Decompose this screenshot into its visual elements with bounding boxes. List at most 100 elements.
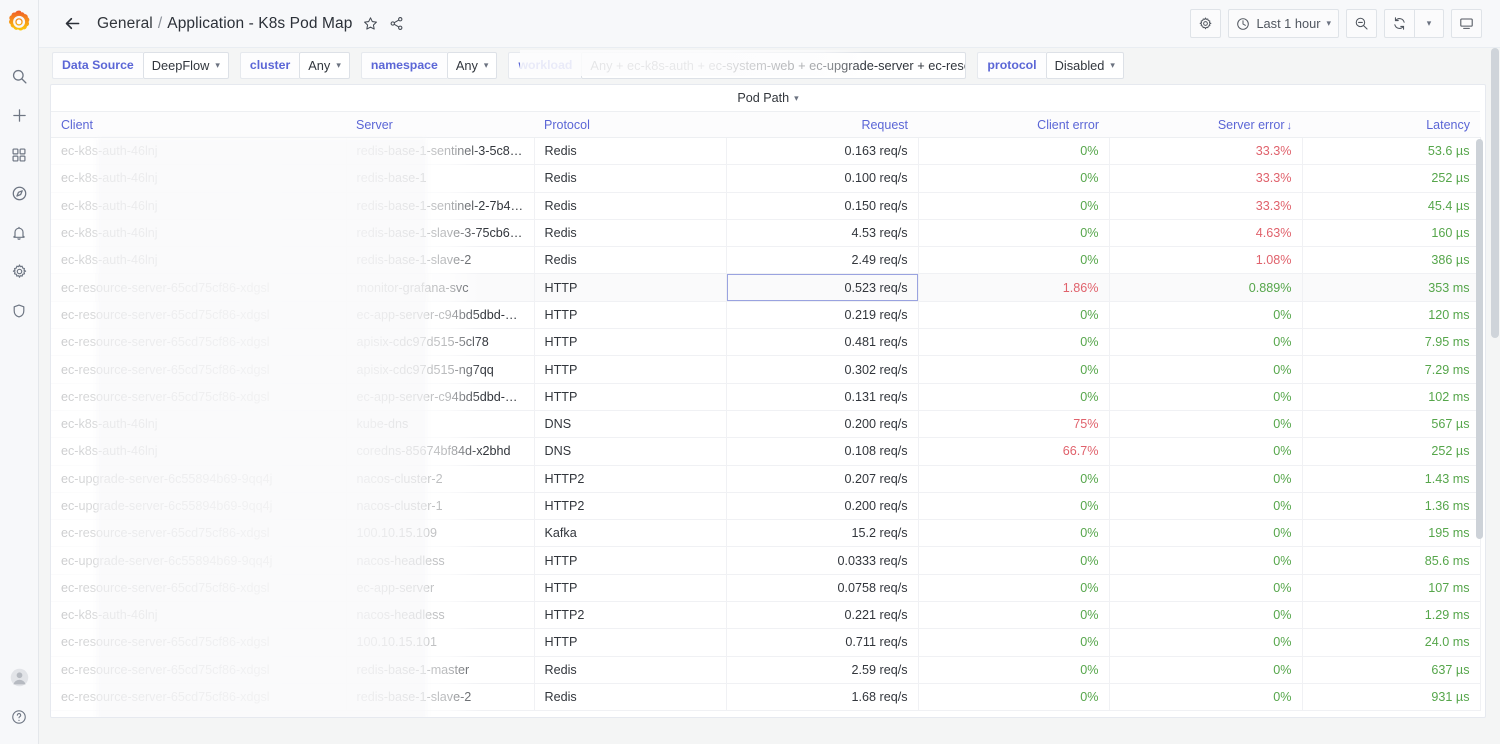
variable-value-datasource[interactable]: DeepFlow ▾ [142,51,229,79]
cell-client-error[interactable]: 0% [918,683,1110,712]
table-vertical-scrollbar[interactable] [1476,139,1483,717]
cell-client-error[interactable]: 0% [918,519,1110,548]
cell-client-error[interactable]: 0% [918,465,1110,493]
table-row[interactable]: ec-resource-server-65cd75cf86-xdgsl apisi… [51,355,1481,384]
cell-server-error[interactable]: 0% [1109,328,1303,357]
cell-protocol[interactable]: HTTP [534,628,727,657]
cell-request[interactable]: 0.302 req/s [726,355,919,384]
cell-request[interactable]: 0.100 req/s [726,164,919,193]
grafana-logo[interactable] [6,9,32,35]
cell-request[interactable]: 0.221 req/s [726,601,919,630]
cell-protocol[interactable]: Redis [534,219,727,248]
column-header-server-error[interactable]: Server error ↓ [1109,111,1302,138]
cell-server[interactable]: ec-app-server-c94bd5dbd-nbnr8 [346,301,535,330]
column-header-request[interactable]: Request [726,111,918,138]
cell-server-error[interactable]: 0% [1109,410,1303,439]
cell-protocol[interactable]: HTTP2 [534,465,727,493]
help-icon[interactable] [0,697,38,736]
table-row[interactable]: ec-resource-server-65cd75cf86-xdgsl redis… [51,656,1481,684]
cell-server[interactable]: nacos-headless [346,546,535,575]
cell-request[interactable]: 0.523 req/s [726,273,919,302]
cell-latency[interactable]: 637 µs [1302,656,1481,684]
column-header-client-error[interactable]: Client error [918,111,1109,138]
page-title[interactable]: Application - K8s Pod Map [167,15,352,33]
cell-latency[interactable]: 102 ms [1302,383,1481,411]
table-row[interactable]: ec-upgrade-server-6c55894b69-9qq4j nacos-… [51,465,1481,493]
cell-client-error[interactable]: 75% [918,410,1110,439]
cell-protocol[interactable]: Redis [534,246,727,275]
cell-request[interactable]: 0.207 req/s [726,465,919,493]
share-icon[interactable] [389,16,404,31]
cell-request[interactable]: 0.200 req/s [726,492,919,521]
cell-client-error[interactable]: 66.7% [918,437,1110,466]
cell-server[interactable]: ec-app-server [346,574,535,603]
cell-client[interactable]: ec-resource-server-65cd75cf86-xdgsl [51,628,347,657]
column-header-server[interactable]: Server [346,111,534,138]
cell-server[interactable]: nacos-headless [346,601,535,630]
cell-latency[interactable]: 160 µs [1302,219,1481,248]
cell-latency[interactable]: 386 µs [1302,246,1481,275]
cell-protocol[interactable]: Kafka [534,519,727,548]
cell-latency[interactable]: 195 ms [1302,519,1481,548]
cell-client-error[interactable]: 0% [918,492,1110,521]
cell-server[interactable]: redis-base-1 [346,164,535,193]
cell-latency[interactable]: 252 µs [1302,437,1481,466]
cell-server-error[interactable]: 33.3% [1109,137,1303,166]
time-range-picker[interactable]: Last 1 hour ▾ [1228,9,1339,38]
cell-latency[interactable]: 85.6 ms [1302,546,1481,575]
cell-server-error[interactable]: 0% [1109,656,1303,684]
cell-latency[interactable]: 120 ms [1302,301,1481,330]
cell-server[interactable]: apisix-cdc97d515-5cl78 [346,328,535,357]
cell-server[interactable]: redis-base-1-slave-3-75cb649485-… [346,219,535,248]
cell-request[interactable]: 0.0333 req/s [726,546,919,575]
cell-client[interactable]: ec-resource-server-65cd75cf86-xdgsl [51,574,347,603]
cell-client[interactable]: ec-resource-server-65cd75cf86-xdgsl [51,355,347,384]
cell-protocol[interactable]: DNS [534,437,727,466]
cell-protocol[interactable]: HTTP [534,546,727,575]
cell-request[interactable]: 4.53 req/s [726,219,919,248]
cell-request[interactable]: 0.108 req/s [726,437,919,466]
cell-server[interactable]: redis-base-1-slave-2 [346,246,535,275]
page-scrollbar-thumb[interactable] [1491,48,1499,338]
table-row[interactable]: ec-resource-server-65cd75cf86-xdgsl 100.1… [51,519,1481,548]
cell-client-error[interactable]: 0% [918,628,1110,657]
cell-protocol[interactable]: HTTP [534,301,727,330]
table-row[interactable]: ec-resource-server-65cd75cf86-xdgsl redis… [51,683,1481,712]
cell-server[interactable]: nacos-cluster-2 [346,465,535,493]
cell-client[interactable]: ec-k8s-auth-46lnj [51,137,347,166]
cell-latency[interactable]: 7.95 ms [1302,328,1481,357]
table-row[interactable]: ec-k8s-auth-46lnj coredns-85674bf84d-x2bh… [51,437,1481,466]
cell-latency[interactable]: 567 µs [1302,410,1481,439]
sidebar-item-search[interactable] [0,57,38,96]
cell-server[interactable]: coredns-85674bf84d-x2bhd [346,437,535,466]
cell-client-error[interactable]: 0% [918,219,1110,248]
cell-server-error[interactable]: 0% [1109,492,1303,521]
cell-client[interactable]: ec-k8s-auth-46lnj [51,246,347,275]
cell-server-error[interactable]: 4.63% [1109,219,1303,248]
cell-latency[interactable]: 1.36 ms [1302,492,1481,521]
cell-protocol[interactable]: Redis [534,683,727,712]
cell-client[interactable]: ec-k8s-auth-46lnj [51,192,347,220]
cell-server-error[interactable]: 0% [1109,546,1303,575]
cell-client-error[interactable]: 0% [918,246,1110,275]
variable-value-protocol[interactable]: Disabled ▾ [1045,51,1124,79]
cell-protocol[interactable]: DNS [534,410,727,439]
cell-request[interactable]: 2.49 req/s [726,246,919,275]
column-header-latency[interactable]: Latency [1302,111,1480,138]
cell-request[interactable]: 0.200 req/s [726,410,919,439]
cell-request[interactable]: 0.0758 req/s [726,574,919,603]
column-header-protocol[interactable]: Protocol [534,111,726,138]
cell-protocol[interactable]: HTTP2 [534,492,727,521]
cell-request[interactable]: 1.68 req/s [726,683,919,712]
cell-server[interactable]: redis-base-1-master [346,656,535,684]
table-row[interactable]: ec-resource-server-65cd75cf86-xdgsl apisi… [51,328,1481,357]
cell-latency[interactable]: 45.4 µs [1302,192,1481,220]
cell-client-error[interactable]: 0% [918,328,1110,357]
cell-client[interactable]: ec-k8s-auth-46lnj [51,410,347,439]
cell-client[interactable]: ec-resource-server-65cd75cf86-xdgsl [51,273,347,302]
cell-client[interactable]: ec-upgrade-server-6c55894b69-9qq4j [51,465,347,493]
cell-protocol[interactable]: HTTP [534,383,727,411]
cell-latency[interactable]: 1.29 ms [1302,601,1481,630]
cell-client[interactable]: ec-k8s-auth-46lnj [51,219,347,248]
cell-server-error[interactable]: 0% [1109,601,1303,630]
